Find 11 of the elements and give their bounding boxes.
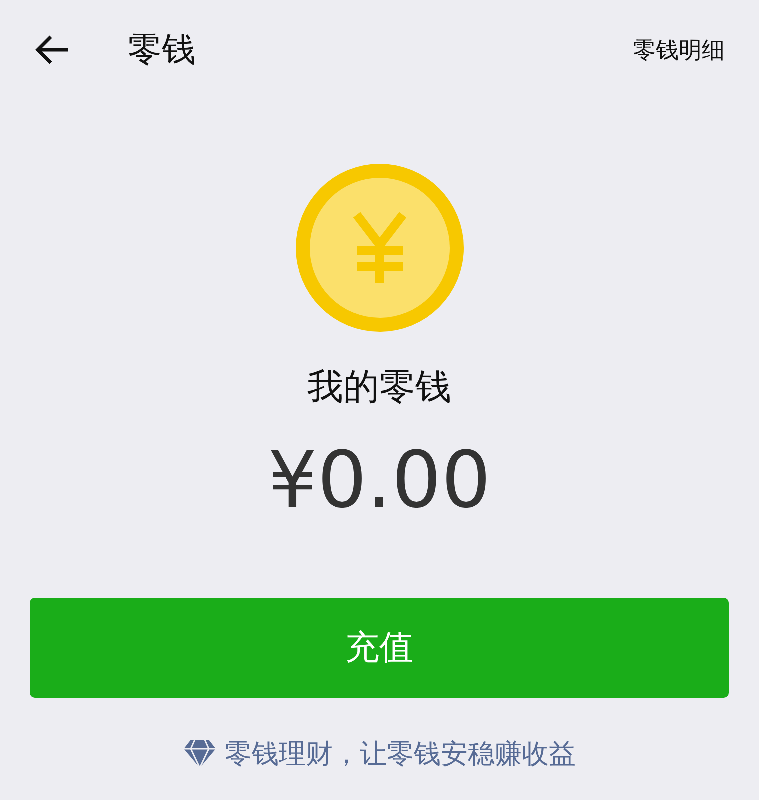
balance-label: 我的零钱 (308, 366, 452, 410)
diamond-icon (183, 739, 217, 769)
wealth-link-text: 零钱理财，让零钱安稳赚收益 (225, 738, 576, 772)
balance-amount: ¥0.00 (268, 436, 492, 526)
back-button[interactable] (34, 34, 70, 66)
page-title: 零钱 (128, 29, 197, 72)
coin-icon (294, 163, 464, 333)
wealth-link[interactable]: 零钱理财，让零钱安稳赚收益 (183, 736, 576, 772)
back-arrow-icon (34, 34, 70, 66)
details-link[interactable]: 零钱明细 (633, 34, 725, 66)
top-up-button[interactable]: 充值 (30, 598, 729, 698)
